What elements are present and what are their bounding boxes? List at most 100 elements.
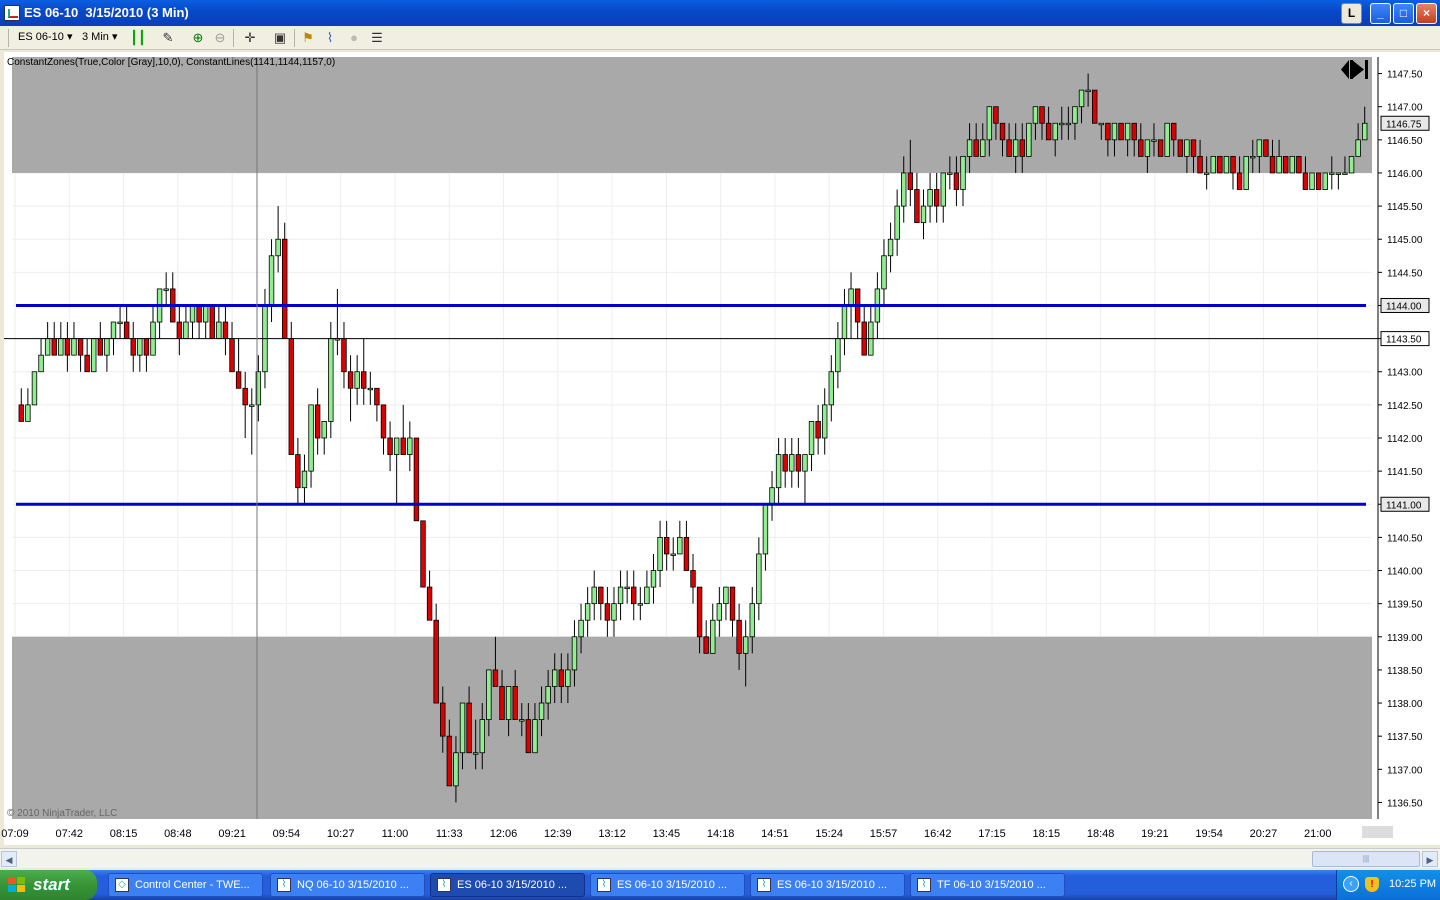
- candle-body[interactable]: [696, 586, 703, 638]
- candle-body[interactable]: [657, 536, 663, 571]
- candle-body[interactable]: [196, 305, 202, 323]
- candle-body[interactable]: [1210, 155, 1216, 174]
- candle-body[interactable]: [1348, 155, 1355, 174]
- link-button[interactable]: L: [1341, 3, 1362, 24]
- candle-body[interactable]: [749, 603, 755, 638]
- candle-body[interactable]: [914, 189, 920, 224]
- candle-body[interactable]: [532, 719, 538, 754]
- candle-body[interactable]: [1151, 139, 1157, 142]
- security-shield-icon[interactable]: !: [1365, 877, 1379, 892]
- scroll-left-icon[interactable]: ◀: [1, 851, 17, 867]
- candle-body[interactable]: [249, 404, 255, 407]
- candle-body[interactable]: [611, 603, 617, 621]
- candle-body[interactable]: [1131, 122, 1137, 141]
- candle-body[interactable]: [440, 702, 446, 737]
- candle-body[interactable]: [216, 321, 222, 340]
- candle-body[interactable]: [690, 570, 696, 588]
- candle-body[interactable]: [1098, 122, 1104, 126]
- taskbar-item[interactable]: ⌇ ES 06-10 3/15/2010 ...: [750, 873, 905, 897]
- drawing-tool-icon[interactable]: ✎: [160, 30, 176, 46]
- candle-body[interactable]: [822, 404, 828, 439]
- candle-body[interactable]: [815, 421, 821, 439]
- candle-body[interactable]: [1118, 122, 1124, 141]
- candle-body[interactable]: [999, 122, 1006, 141]
- candle-body[interactable]: [1362, 122, 1368, 141]
- candle-body[interactable]: [1032, 106, 1039, 124]
- maximize-button[interactable]: □: [1393, 3, 1414, 24]
- candle-body[interactable]: [907, 172, 914, 190]
- candle-body[interactable]: [1296, 155, 1302, 174]
- candle-body[interactable]: [91, 338, 97, 373]
- zoom-in-icon[interactable]: ⊕: [190, 30, 206, 46]
- candle-body[interactable]: [1256, 139, 1263, 157]
- candle-body[interactable]: [400, 437, 406, 455]
- candle-body[interactable]: [1124, 122, 1131, 141]
- candle-body[interactable]: [1203, 172, 1210, 175]
- candle-body[interactable]: [663, 536, 670, 555]
- candle-body[interactable]: [1019, 139, 1025, 157]
- candle-body[interactable]: [426, 586, 433, 621]
- candle-body[interactable]: [84, 354, 90, 373]
- candle-body[interactable]: [703, 636, 709, 654]
- candle-body[interactable]: [387, 437, 393, 455]
- candle-body[interactable]: [275, 238, 281, 257]
- candle-body[interactable]: [953, 172, 960, 190]
- candle-body[interactable]: [729, 586, 736, 621]
- candle-body[interactable]: [117, 321, 123, 324]
- candle-body[interactable]: [380, 404, 387, 439]
- candle-body[interactable]: [933, 189, 940, 207]
- candle-body[interactable]: [710, 619, 716, 654]
- candle-body[interactable]: [499, 686, 505, 721]
- candle-body[interactable]: [1006, 139, 1012, 157]
- candle-body[interactable]: [1335, 172, 1342, 175]
- candle-body[interactable]: [993, 106, 999, 124]
- bar-style-icon[interactable]: ┃┃: [130, 30, 146, 46]
- taskbar-item[interactable]: ⌇ NQ 06-10 3/15/2010 ...: [270, 873, 425, 897]
- candle-body[interactable]: [354, 371, 360, 389]
- candle-body[interactable]: [584, 603, 591, 621]
- jump-to-end-icon-bar[interactable]: [1365, 60, 1368, 79]
- data-box-icon[interactable]: ☰: [369, 30, 385, 46]
- candle-body[interactable]: [650, 570, 657, 588]
- candle-body[interactable]: [282, 238, 288, 340]
- candle-body[interactable]: [1190, 139, 1197, 157]
- candle-body[interactable]: [1302, 172, 1309, 190]
- candle-body[interactable]: [966, 139, 973, 157]
- candle-body[interactable]: [104, 338, 110, 356]
- candle-body[interactable]: [486, 669, 492, 721]
- candle-body[interactable]: [973, 139, 979, 157]
- candle-body[interactable]: [1217, 155, 1223, 174]
- candle-body[interactable]: [1329, 172, 1335, 175]
- candle-body[interactable]: [71, 338, 77, 356]
- candle-body[interactable]: [617, 586, 624, 605]
- candle-body[interactable]: [31, 371, 38, 406]
- minimize-button[interactable]: _: [1370, 3, 1391, 24]
- candle-body[interactable]: [163, 288, 169, 291]
- candle-body[interactable]: [453, 752, 459, 787]
- candle-body[interactable]: [1269, 155, 1276, 174]
- candle-body[interactable]: [374, 387, 380, 406]
- candle-body[interactable]: [1289, 155, 1295, 174]
- candle-body[interactable]: [591, 586, 597, 605]
- candle-body[interactable]: [1065, 122, 1072, 126]
- properties-icon[interactable]: ▣: [272, 30, 288, 46]
- candle-body[interactable]: [920, 205, 927, 224]
- candle-body[interactable]: [538, 702, 545, 721]
- candle-body[interactable]: [393, 437, 400, 455]
- candle-body[interactable]: [44, 338, 51, 356]
- candle-body[interactable]: [123, 321, 130, 340]
- candle-body[interactable]: [143, 338, 150, 356]
- candle-body[interactable]: [723, 586, 729, 605]
- crosshair-icon[interactable]: ✛: [242, 30, 258, 46]
- candle-body[interactable]: [1263, 139, 1269, 157]
- candle-body[interactable]: [894, 205, 900, 240]
- candle-body[interactable]: [183, 321, 189, 340]
- scroll-right-icon[interactable]: ▶: [1422, 851, 1438, 867]
- candle-body[interactable]: [466, 702, 472, 754]
- candle-body[interactable]: [901, 172, 907, 207]
- candle-body[interactable]: [775, 454, 782, 489]
- candle-body[interactable]: [446, 735, 453, 787]
- candle-body[interactable]: [631, 586, 637, 605]
- candle-body[interactable]: [137, 338, 143, 356]
- candle-body[interactable]: [1026, 122, 1032, 157]
